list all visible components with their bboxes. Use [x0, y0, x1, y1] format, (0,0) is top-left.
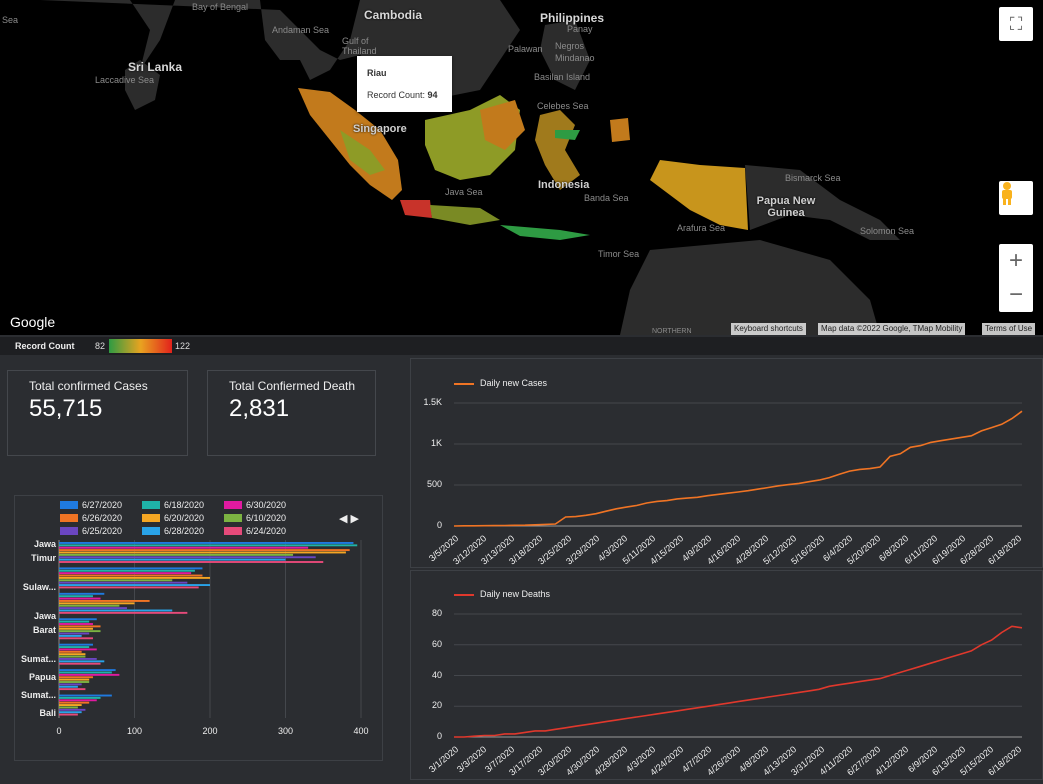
cases-line[interactable] [453, 410, 1023, 527]
y-tick-label: 0 [436, 731, 442, 741]
y-tick-label: 20 [431, 700, 442, 711]
y-tick-label: 80 [431, 608, 442, 618]
y-tick-label: 500 [426, 479, 442, 489]
y-tick-label: 0 [436, 520, 442, 530]
y-tick-label: 40 [431, 669, 442, 680]
y-tick-label: 1.5K [423, 397, 442, 407]
y-tick-label: 60 [431, 638, 442, 649]
y-tick-label: 1K [430, 438, 442, 448]
line-charts [453, 402, 1023, 738]
deaths-line[interactable] [454, 625, 1023, 738]
